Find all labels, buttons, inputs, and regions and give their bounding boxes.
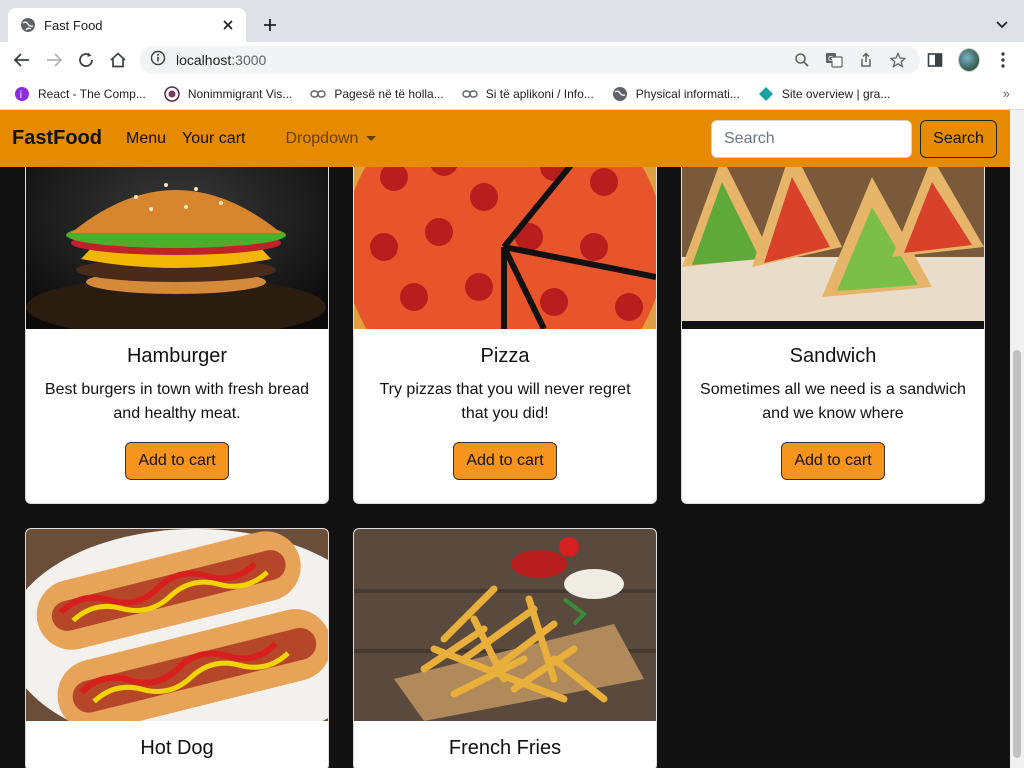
seal-icon: [164, 85, 180, 102]
info-icon[interactable]: [150, 50, 166, 71]
diamond-icon: [758, 86, 774, 102]
bookmark-si-te-aplikoni[interactable]: Si të aplikoni / Info...: [460, 80, 602, 108]
bookmarks-bar: i React - The Comp... Nonimmigrant Vis..…: [0, 78, 1024, 110]
page-scrollbar[interactable]: [1010, 110, 1024, 768]
zoom-icon[interactable]: [792, 50, 812, 70]
nav-menu[interactable]: Menu: [126, 130, 166, 148]
react-icon: i: [14, 86, 30, 102]
forward-icon[interactable]: [42, 48, 66, 72]
hot-dog-image: [26, 529, 328, 721]
caret-down-icon: [366, 136, 377, 141]
link-icon: [310, 86, 327, 102]
product-title: Hot Dog: [140, 737, 214, 759]
tab-title: Fast Food: [44, 17, 103, 33]
reload-icon[interactable]: [74, 48, 98, 72]
card-body: Hot Dog: [26, 721, 328, 760]
svg-text:i: i: [20, 90, 23, 101]
product-title: Sandwich: [789, 345, 877, 367]
link-icon: [462, 86, 478, 102]
bookmark-site-overview[interactable]: Site overview | gra...: [756, 80, 899, 108]
card-body: French Fries: [354, 721, 656, 760]
translate-icon[interactable]: G: [824, 50, 844, 70]
card-body: Sandwich Sometimes all we need is a sand…: [682, 329, 984, 480]
new-tab-icon[interactable]: [258, 13, 282, 37]
add-to-cart-button[interactable]: Add to cart: [125, 442, 229, 480]
product-description: Sometimes all we need is a sandwich and …: [700, 381, 966, 422]
site-navbar: FastFood Menu Your cart Dropdown Search: [0, 110, 1010, 167]
profile-avatar[interactable]: [958, 48, 980, 72]
avatar: [958, 48, 980, 72]
product-title: Hamburger: [126, 345, 228, 367]
tab-strip: Fast Food: [0, 0, 1024, 42]
nav-cart[interactable]: Your cart: [182, 130, 245, 148]
product-card-hamburger: Hamburger Best burgers in town with fres…: [25, 136, 329, 504]
scrollbar-thumb[interactable]: [1013, 350, 1021, 758]
product-description: Try pizzas that you will never regret th…: [379, 381, 631, 422]
card-body: Hamburger Best burgers in town with fres…: [26, 329, 328, 480]
home-icon[interactable]: [106, 48, 130, 72]
browser-toolbar: localhost:3000 G: [0, 42, 1024, 78]
chevron-down-icon[interactable]: [992, 14, 1012, 34]
card-body: Pizza Try pizzas that you will never reg…: [354, 329, 656, 480]
page-viewport: FastFood Menu Your cart Dropdown Search: [0, 110, 1024, 768]
share-icon[interactable]: [856, 50, 876, 70]
add-to-cart-button[interactable]: Add to cart: [781, 442, 885, 480]
french-fries-image: [354, 529, 656, 721]
bookmark-react[interactable]: i React - The Comp...: [12, 80, 154, 108]
product-card-pizza: Pizza Try pizzas that you will never reg…: [353, 136, 657, 504]
add-to-cart-button[interactable]: Add to cart: [453, 442, 557, 480]
close-icon[interactable]: [220, 17, 236, 33]
globe-icon: [612, 86, 628, 102]
product-card-sandwich: Sandwich Sometimes all we need is a sand…: [681, 136, 985, 504]
product-description: Best burgers in town with fresh bread an…: [44, 381, 310, 422]
kebab-menu-icon[interactable]: [992, 48, 1014, 72]
chevron-double-right-icon[interactable]: »: [1003, 86, 1010, 101]
product-title: French Fries: [448, 737, 562, 759]
product-card-hot-dog: Hot Dog: [25, 528, 329, 768]
product-title: Pizza: [480, 345, 530, 367]
product-card-french-fries: French Fries: [353, 528, 657, 768]
browser-tab[interactable]: Fast Food: [8, 8, 246, 42]
bookmark-pagese[interactable]: Pagesë në të holla...: [308, 80, 451, 108]
globe-icon: [20, 17, 36, 33]
brand-logo[interactable]: FastFood: [12, 127, 102, 150]
bookmark-physical-info[interactable]: Physical informati...: [610, 80, 748, 108]
side-panel-icon[interactable]: [924, 48, 946, 72]
svg-text:G: G: [828, 55, 833, 63]
nav-dropdown[interactable]: Dropdown: [285, 130, 377, 148]
back-icon[interactable]: [10, 48, 34, 72]
search-button[interactable]: Search: [920, 120, 997, 158]
address-bar[interactable]: localhost:3000 G: [140, 46, 920, 74]
bookmark-nonimmigrant[interactable]: Nonimmigrant Vis...: [162, 80, 300, 108]
star-icon[interactable]: [888, 50, 908, 70]
search-input[interactable]: [711, 120, 912, 158]
url-text: localhost:3000: [176, 52, 267, 68]
